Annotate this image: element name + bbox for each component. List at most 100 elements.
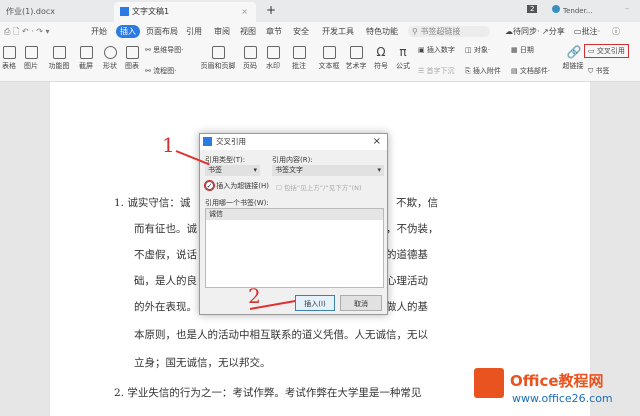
- label: 公式: [396, 62, 410, 70]
- comment-icon: [292, 46, 306, 59]
- close-icon[interactable]: ×: [373, 134, 381, 150]
- page-number-button[interactable]: 页码: [240, 46, 260, 71]
- link-icon: 🔗: [566, 45, 582, 59]
- insert-button[interactable]: 插入(I): [295, 295, 335, 311]
- doc-line: 础，是人的良: [134, 275, 197, 287]
- picture-button[interactable]: 图片: [18, 46, 44, 71]
- avatar: [552, 5, 560, 13]
- menu-home[interactable]: 开始: [91, 26, 107, 37]
- step-2-annotation: 2: [248, 284, 261, 308]
- formula-button[interactable]: π 公式: [393, 46, 413, 71]
- page-number-icon: [243, 46, 257, 59]
- menu-security[interactable]: 安全: [293, 26, 309, 37]
- dialog-titlebar: 交叉引用 ×: [200, 134, 387, 150]
- comment-menu-button[interactable]: ▭批注·: [574, 26, 600, 37]
- new-tab-button[interactable]: +: [266, 3, 276, 17]
- wps-doc-icon: [120, 7, 129, 16]
- cancel-button[interactable]: 取消: [340, 295, 382, 311]
- label: 文本框: [318, 62, 340, 70]
- type-select[interactable]: 书签 ▾: [205, 165, 260, 176]
- dropcap-button[interactable]: ☰ 首字下沉: [418, 66, 455, 76]
- user-account[interactable]: Tender...: [552, 5, 593, 15]
- tab-bar: 作业(1).docx 文字文稿1 × + 2 Tender... –: [0, 0, 640, 22]
- label: 日期: [519, 46, 534, 54]
- label: 艺术字: [345, 62, 367, 70]
- doc-parts-button[interactable]: ▤ 文档部件·: [511, 66, 550, 76]
- doc-line: 本原则，也是人的活动中相互联系的道义凭借。人无诚信，无以: [134, 329, 428, 341]
- menu-section[interactable]: 章节: [266, 26, 282, 37]
- doc-line: 做人的基: [386, 301, 428, 313]
- bookmark-icon: ⛉: [588, 67, 594, 75]
- menu-developer[interactable]: 开发工具: [322, 26, 354, 37]
- date-button[interactable]: ▦ 日期: [511, 45, 534, 55]
- label: 批注: [292, 62, 306, 70]
- watermark-url: www.office26.com: [512, 392, 613, 405]
- flowchart-button[interactable]: ⚯ 流程图·: [145, 66, 176, 76]
- content-select[interactable]: 书签文字 ▾: [272, 165, 384, 176]
- menu-features[interactable]: 特色功能: [366, 26, 398, 37]
- table-icon: [2, 46, 16, 59]
- hyperlink-checkbox[interactable]: ✓ 插入为超链接(H): [204, 180, 269, 191]
- insert-number-button[interactable]: ▣ 插入数字: [418, 45, 455, 55]
- label: 超链接: [562, 62, 584, 70]
- list-item[interactable]: 诚信: [206, 209, 383, 220]
- watermark-button[interactable]: 水印: [262, 46, 284, 71]
- watermark-brand: Office教程网: [510, 372, 604, 390]
- content-label: 引用内容(R):: [272, 156, 313, 164]
- share-button[interactable]: ↗分享: [542, 26, 565, 37]
- hyperlink-button[interactable]: 🔗 超链接: [562, 46, 584, 71]
- shape-button[interactable]: 形状: [98, 46, 122, 71]
- sync-button[interactable]: ☁待同步·: [505, 26, 540, 37]
- bookmark-button[interactable]: ⛉ 书签: [588, 66, 609, 76]
- function-chart-button[interactable]: 功能图: [44, 46, 74, 71]
- attachment-button[interactable]: ⎘ 插入附件: [465, 66, 501, 76]
- menu-layout[interactable]: 页面布局: [146, 26, 178, 37]
- label: 流程图: [153, 67, 175, 75]
- quick-access-toolbar[interactable]: ⎙ 🗋 ↶ · ↷ ▾: [4, 26, 50, 40]
- textbox-button[interactable]: 文本框: [316, 46, 342, 71]
- include-above-below-checkbox[interactable]: ☐ 包括“见上方”/“见下方”(N): [276, 182, 362, 192]
- label: 思维导图: [153, 46, 182, 54]
- doc-line: 立身；国无诚信，无以邦交。: [134, 357, 271, 369]
- bookmark-list[interactable]: 诚信: [205, 208, 384, 288]
- ribbon-toolbar: 表格 图片 功能图 截屏 形状 图表 ⚯ 思维导图· ⚯ 流程图· 页眉和页脚 …: [0, 42, 640, 82]
- doc-line: ，不伪装，: [386, 223, 439, 235]
- crossref-button[interactable]: ▭ 交叉引用: [584, 44, 629, 58]
- wordart-button[interactable]: 艺术字: [344, 46, 368, 71]
- label: 符号: [374, 62, 388, 70]
- tab-document-1[interactable]: 作业(1).docx: [0, 2, 112, 22]
- label: 插入数字: [426, 46, 455, 54]
- window-badge: 2: [527, 5, 538, 13]
- menu-insert[interactable]: 插入: [116, 25, 140, 38]
- search-input[interactable]: ⚲ 书签超链接: [408, 26, 491, 37]
- mindmap-button[interactable]: ⚯ 思维导图·: [145, 45, 183, 55]
- menu-references[interactable]: 引用: [186, 26, 202, 37]
- symbol-button[interactable]: Ω 符号: [370, 46, 392, 71]
- label: 功能图: [48, 62, 70, 70]
- chevron-down-icon: ▾: [377, 166, 381, 174]
- menu-review[interactable]: 审阅: [214, 26, 230, 37]
- watermark-icon: [266, 46, 280, 59]
- label: 页码: [243, 62, 257, 70]
- menu-view[interactable]: 视图: [240, 26, 256, 37]
- omega-icon: Ω: [376, 45, 386, 59]
- step-1-annotation: 1: [162, 133, 175, 157]
- label: 形状: [103, 62, 117, 70]
- screenshot-button[interactable]: 截屏: [74, 46, 98, 71]
- header-footer-button[interactable]: 页眉和页脚: [196, 46, 240, 71]
- share-label: 分享: [548, 27, 565, 36]
- close-tab-icon[interactable]: ×: [241, 2, 248, 22]
- table-button[interactable]: 表格: [0, 46, 18, 71]
- bar-chart-icon: [125, 46, 139, 59]
- checkbox-checked-icon: ✓: [204, 180, 215, 191]
- comment-button[interactable]: 批注: [288, 46, 310, 71]
- doc-line: 1. 诚实守信：诚: [114, 197, 191, 209]
- crossref-dialog: 交叉引用 × 引用类型(T): 书签 ▾ 引用内容(R): 书签文字 ▾ ✓ 插入为超…: [199, 133, 388, 315]
- chart-button[interactable]: 图表: [122, 46, 142, 71]
- type-label: 引用类型(T):: [205, 156, 246, 164]
- minimize-button[interactable]: –: [625, 4, 629, 13]
- site-watermark: Office教程网 www.office26.com: [470, 362, 640, 416]
- help-icon[interactable]: ⓘ: [612, 26, 620, 37]
- object-button[interactable]: ◫ 对象·: [465, 45, 490, 55]
- tab-document-2[interactable]: 文字文稿1 ×: [114, 2, 256, 22]
